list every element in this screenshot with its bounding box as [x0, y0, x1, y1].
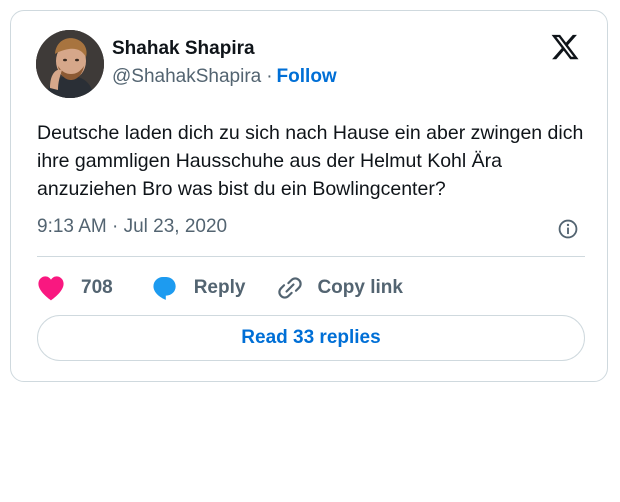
avatar[interactable]: [36, 30, 104, 98]
author-meta: @ShahakShapira · Follow: [112, 66, 337, 88]
author-name[interactable]: Shahak Shapira: [112, 38, 255, 60]
action-bar: 708 Reply Copy link: [37, 271, 403, 305]
heart-icon: [38, 276, 64, 301]
divider: [37, 256, 585, 257]
read-replies-button[interactable]: Read 33 replies: [37, 315, 585, 361]
follow-button[interactable]: Follow: [277, 66, 337, 87]
tweet-card: Shahak Shapira @ShahakShapira · Follow Deu…: [10, 10, 608, 382]
info-icon[interactable]: [557, 218, 579, 240]
like-button[interactable]: 708: [37, 275, 113, 301]
speech-bubble-icon: [153, 276, 176, 300]
copy-link-label: Copy link: [317, 277, 403, 298]
author-handle[interactable]: @ShahakShapira: [112, 66, 261, 87]
like-count: 708: [81, 277, 113, 298]
reply-label: Reply: [193, 277, 246, 298]
tweet-text: Deutsche laden dich zu sich nach Hause e…: [37, 122, 584, 200]
tweet-timestamp[interactable]: 9:13 AM · Jul 23, 2020: [37, 216, 227, 238]
reply-button[interactable]: Reply: [151, 275, 246, 301]
link-icon: [278, 277, 303, 299]
avatar-photo: [36, 30, 104, 98]
copy-link-button[interactable]: Copy link: [277, 275, 403, 301]
x-logo-icon[interactable]: [550, 32, 580, 62]
separator-dot: ·: [266, 66, 273, 87]
